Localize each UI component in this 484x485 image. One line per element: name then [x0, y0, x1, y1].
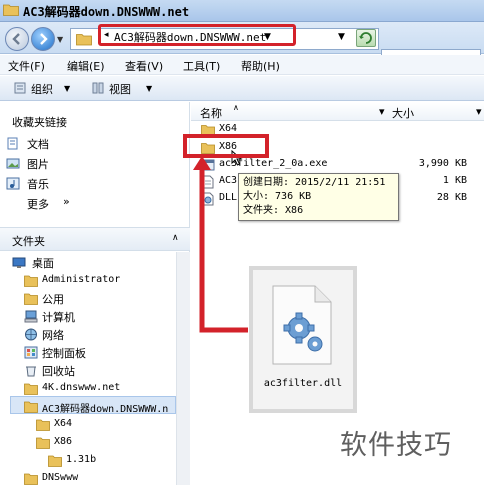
- dragged-file-name: ac3filter.dll: [263, 378, 343, 389]
- tooltip-created: 创建日期: 2015/2/11 21:51: [243, 177, 386, 188]
- dragged-file[interactable]: ac3filter.dll: [249, 266, 357, 413]
- tooltip-size: 大小: 736 KB: [243, 191, 312, 202]
- red-arrow-annotation: [193, 156, 248, 333]
- tooltip-folder: 文件夹: X86: [243, 205, 304, 216]
- file-tooltip: 创建日期: 2015/2/11 21:51 大小: 736 KB 文件夹: X8…: [238, 173, 399, 221]
- dll-settings-icon: [272, 285, 332, 365]
- watermark-text: 软件技巧: [340, 430, 452, 461]
